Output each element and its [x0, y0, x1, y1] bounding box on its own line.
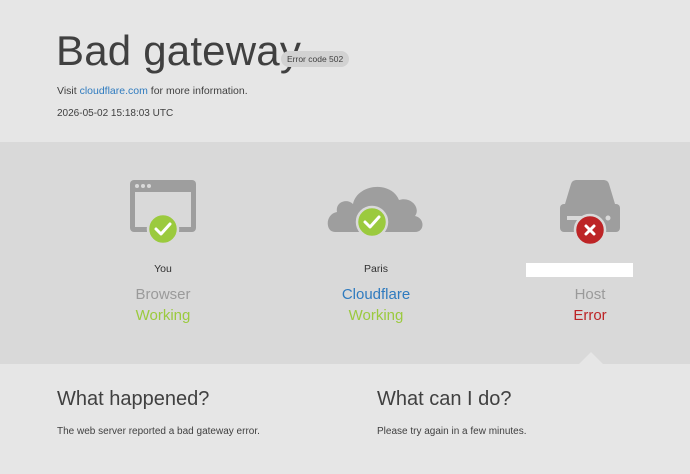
node-status: Error [573, 307, 607, 324]
what-can-i-do-text: Please try again in a few minutes. [377, 426, 527, 437]
what-can-i-do-heading: What can I do? [377, 388, 512, 410]
info-section: What happened? The web server reported a… [0, 364, 690, 474]
visit-line: Visit cloudflare.com for more informatio… [57, 85, 248, 97]
cloudflare-link[interactable]: cloudflare.com [80, 85, 148, 97]
check-icon [355, 205, 389, 239]
header: Bad gateway Error code 502 Visit cloudfl… [0, 0, 690, 142]
what-happened-text: The web server reported a bad gateway er… [57, 426, 260, 437]
check-icon [146, 212, 180, 246]
node-status: Working [348, 307, 404, 324]
status-band: You Browser Working Paris Cloudflare Wor… [0, 142, 690, 364]
node-cloudflare: Paris Cloudflare Working [276, 142, 476, 364]
what-happened-section: What happened? The web server reported a… [57, 388, 357, 437]
timestamp: 2026-05-02 15:18:03 UTC [57, 108, 174, 119]
x-icon [573, 213, 607, 247]
node-kind: Browser [135, 286, 191, 303]
visit-suffix: for more information. [150, 85, 248, 97]
node-status: Working [135, 307, 191, 324]
visit-prefix: Visit [57, 85, 77, 97]
node-location: Paris [364, 263, 388, 275]
browser-window-icon [63, 176, 263, 246]
error-pointer [579, 352, 603, 364]
page-title: Bad gateway [56, 27, 302, 74]
node-kind: Host [574, 286, 606, 303]
what-can-i-do-section: What can I do? Please try again in a few… [377, 388, 677, 437]
node-browser: You Browser Working [63, 142, 263, 364]
node-host: Host Error [490, 142, 690, 364]
error-page: Bad gateway Error code 502 Visit cloudfl… [0, 0, 690, 474]
node-location: You [154, 263, 172, 275]
cloud-icon [276, 176, 476, 246]
node-kind-link[interactable]: Cloudflare [276, 286, 476, 303]
redacted-host-location [526, 263, 633, 277]
what-happened-heading: What happened? [57, 388, 210, 410]
server-drive-icon [490, 176, 690, 247]
error-code-badge: Error code 502 [281, 51, 350, 67]
